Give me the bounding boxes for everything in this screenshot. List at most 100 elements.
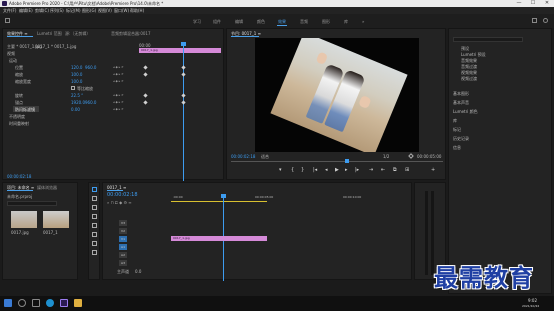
scale-width-value[interactable]: 100.0 [71,79,82,84]
video-frame[interactable] [255,38,419,152]
ec-playhead-head[interactable] [181,42,186,46]
track-header-a3[interactable]: A3 [113,260,163,266]
clock-time[interactable]: 9:02 [528,298,537,303]
timeline-tool-icons[interactable]: ⌕ ⊓ ⧠ ◆ ⚙ ≡ [107,200,167,205]
taskview-icon[interactable] [32,299,40,307]
start-icon[interactable] [4,299,12,307]
section-essential-sound[interactable]: 基本声音 [453,100,469,106]
position-y[interactable]: 960.0 [85,65,96,70]
explorer-icon[interactable] [74,299,82,307]
time-remap-label[interactable]: 时间重映射 [9,121,29,127]
keyframe[interactable] [181,93,186,98]
keyframe[interactable] [143,100,148,105]
mark-out-button[interactable]: } [301,167,304,173]
rotation-value[interactable]: 22.5 ° [71,93,83,98]
anchor-x[interactable]: 1920.0 [71,100,85,105]
project-search-field[interactable] [7,201,57,206]
clip-label[interactable]: 0017_1 * 0017_1.jpg [35,44,76,49]
ec-clip-bar[interactable]: 0017_1.jpg [139,48,221,53]
track-label-v3[interactable]: V3 [119,220,127,226]
track-label-a1[interactable]: A1 [119,244,127,250]
ec-timecode[interactable]: 00:00:02:18 [7,174,31,179]
section-libraries[interactable]: 库 [453,118,457,124]
play-button[interactable]: ▶ [335,167,339,173]
timeline-playhead-head[interactable] [221,194,226,198]
hand-tool-icon[interactable] [92,241,97,246]
section-info[interactable]: 信息 [453,145,461,151]
track-label-a3[interactable]: A3 [119,260,127,266]
keyframe[interactable] [181,100,186,105]
program-timecode[interactable]: 00:00:02:18 [231,154,255,159]
track-label-a2[interactable]: A2 [119,252,127,258]
keyframe[interactable] [143,72,148,77]
tab-audio-mixer[interactable]: 音频剪辑混合器:0017 [111,31,151,37]
ws-assembly[interactable]: 组件 [213,19,221,25]
keyframe[interactable] [143,93,148,98]
step-back-button[interactable]: ◂ [325,167,328,173]
ws-color[interactable]: 颜色 [257,19,265,25]
timeline-clip-v1[interactable]: 0017_1.jpg [171,236,267,241]
search-taskbar-icon[interactable] [18,299,26,307]
tab-source[interactable]: 源:（无剪辑） [65,31,90,37]
program-scrub-bar[interactable] [231,161,443,162]
master-track-value[interactable]: 0.0 [135,269,141,274]
go-to-out-button[interactable]: |▸ [355,167,359,173]
scale-value[interactable]: 100.0 [71,72,82,77]
section-essential-graphics[interactable]: 基本图形 [453,91,469,97]
home-icon[interactable] [5,18,10,23]
ws-libraries[interactable]: 库 [344,19,348,25]
keyframe[interactable] [181,72,186,77]
track-label-v2[interactable]: V2 [119,228,127,234]
ripple-edit-tool-icon[interactable] [92,205,97,210]
wrench-icon[interactable] [408,153,414,159]
motion-label[interactable]: 运动 [9,58,17,64]
track-header-v3[interactable]: V3 [113,220,163,226]
opacity-label[interactable]: 不透明度 [9,114,25,120]
razor-tool-icon[interactable] [92,214,97,219]
keyframe[interactable] [181,65,186,70]
compare-button[interactable]: ⊞ [405,167,409,173]
close-button[interactable]: ✕ [540,0,554,7]
track-header-a1[interactable]: A1 [113,244,163,250]
program-scrub-head[interactable] [345,159,349,163]
section-lumetri-color[interactable]: Lumetri 颜色 [453,109,478,115]
selection-tool-icon[interactable] [92,187,97,192]
slip-tool-icon[interactable] [92,223,97,228]
flicker-value[interactable]: 0.00 [71,107,80,112]
resolution-dropdown[interactable]: 1/2 [383,154,389,159]
track-select-tool-icon[interactable] [92,196,97,201]
extract-button[interactable]: ⇤ [381,167,385,173]
maximize-button[interactable]: ☐ [526,0,540,7]
keyframe-nav-column[interactable]: ◂ ◆ ▸ ↺ ◂ ◆ ▸ ↺ ◂ ◆ ▸ ↺ ◂ ◆ ▸ ↺ ◂ ◆ ▸ ↺ ◂ ◆ ▸… [113,64,135,114]
go-to-in-button[interactable]: |◂ [313,167,317,173]
tab-lumetri-scopes[interactable]: Lumetri 范围 [37,31,62,37]
fit-dropdown[interactable]: 适合 [261,154,269,160]
edge-icon[interactable] [46,299,54,307]
tab-media-browser[interactable]: 媒体浏览器 [37,185,57,191]
ws-more[interactable]: » [362,19,364,24]
effects-item-video-transitions[interactable]: 视频过渡 [461,76,477,82]
lift-button[interactable]: ⇥ [369,167,373,173]
position-x[interactable]: 120.0 [71,65,82,70]
track-label-v1[interactable]: V1 [119,236,127,242]
effects-search-field[interactable] [453,37,523,42]
premiere-taskbar-icon[interactable] [60,299,68,307]
section-markers[interactable]: 标记 [453,127,461,133]
section-history[interactable]: 历史记录 [453,136,469,142]
track-header-a2[interactable]: A2 [113,252,163,258]
add-marker-button[interactable]: ▾ [279,167,282,173]
type-tool-icon[interactable] [92,250,97,255]
export-frame-button[interactable]: ⧉ [393,167,397,173]
ws-editing[interactable]: 编辑 [235,19,243,25]
thumbnail-1[interactable] [11,211,37,228]
ws-graphics[interactable]: 图形 [322,19,330,25]
thumbnail-2[interactable] [43,211,69,228]
uniform-scale-checkbox[interactable] [71,86,75,90]
anchor-y[interactable]: 960.0 [85,100,96,105]
ws-audio[interactable]: 音频 [300,19,308,25]
ws-learn[interactable]: 学习 [193,19,201,25]
pen-tool-icon[interactable] [92,232,97,237]
search-icon[interactable] [543,18,548,23]
minimize-button[interactable]: — [512,0,526,7]
mark-in-button[interactable]: { [291,167,294,173]
